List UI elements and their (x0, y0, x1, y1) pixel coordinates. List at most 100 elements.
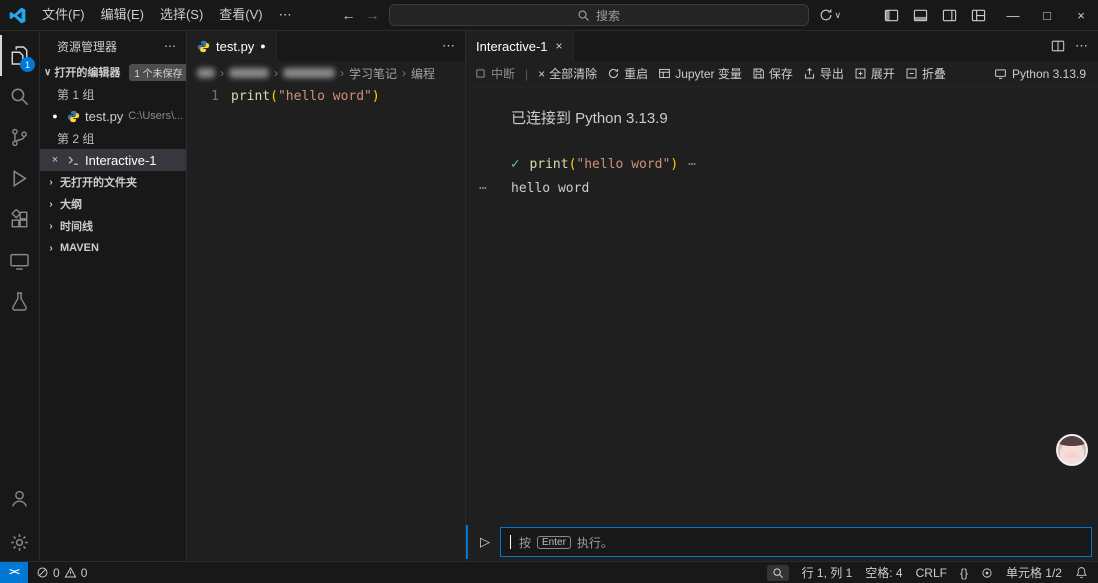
toggle-panel-icon[interactable] (913, 8, 928, 23)
jupyter-variables-button[interactable]: Jupyter 变量 (658, 65, 742, 82)
collapse-all-button[interactable]: 折叠 (905, 65, 946, 82)
menu-edit[interactable]: 编辑(E) (93, 4, 152, 26)
file-path: C:\Users\... (128, 110, 184, 122)
warnings-count: 0 (80, 565, 88, 580)
breadcrumb-redacted-segment[interactable] (229, 68, 269, 78)
customize-layout-icon[interactable] (971, 8, 986, 23)
code-editor[interactable]: 1 print("hello word") (187, 85, 465, 561)
section-maven[interactable]: › MAVEN (40, 237, 186, 259)
menu-selection[interactable]: 选择(S) (152, 4, 211, 26)
section-timeline[interactable]: › 时间线 (40, 215, 186, 237)
tab-interactive-1[interactable]: Interactive-1 × (466, 31, 574, 61)
tab-test-py[interactable]: test.py ● (187, 31, 277, 61)
chevron-right-icon: › (220, 66, 224, 80)
tab-bar: Interactive-1 × ⋯ (466, 31, 1098, 61)
menu-file[interactable]: 文件(F) (34, 4, 93, 26)
expand-all-button[interactable]: 展开 (854, 65, 895, 82)
split-editor-icon[interactable] (1051, 39, 1065, 53)
source-control-icon[interactable] (0, 117, 39, 158)
explorer-sidebar: 资源管理器 ⋯ ∨ 打开的编辑器 1 个未保存 第 1 组 ● test.py … (40, 31, 187, 561)
close-button[interactable]: × (1064, 0, 1098, 30)
text-cursor (510, 535, 511, 549)
input-hint-suffix: 执行。 (576, 535, 613, 550)
cell-output: ⋯ hello word (479, 181, 1098, 196)
executed-cell[interactable]: ✓ print("hello word") ⋯ (511, 156, 1098, 172)
kernel-picker[interactable]: Python 3.13.9 (994, 67, 1090, 81)
collapse-all-icon (905, 67, 918, 80)
sidebar-title: 资源管理器 (57, 39, 118, 54)
open-editor-interactive-1[interactable]: × Interactive-1 (40, 149, 186, 171)
restart-button[interactable]: 重启 (607, 65, 648, 82)
breadcrumb-redacted-segment[interactable] (283, 68, 335, 78)
toggle-primary-sidebar-icon[interactable] (884, 8, 899, 23)
export-icon (803, 67, 816, 80)
problems-status[interactable]: 0 0 (28, 566, 95, 580)
save-button[interactable]: 保存 (752, 65, 793, 82)
kernel-icon (994, 67, 1007, 80)
export-button[interactable]: 导出 (803, 65, 844, 82)
menu-more[interactable]: ⋯ (271, 4, 300, 26)
maximize-button[interactable]: □ (1030, 0, 1064, 30)
interrupt-button[interactable]: 中断 (474, 65, 515, 82)
section-label: 大纲 (60, 199, 82, 211)
testing-flask-icon[interactable] (0, 281, 39, 322)
cell-more-actions[interactable]: ⋯ (688, 157, 697, 172)
editor-more-actions[interactable]: ⋯ (442, 38, 455, 54)
indentation-status[interactable]: 空格: 4 (865, 564, 902, 581)
remote-explorer-icon[interactable] (0, 240, 39, 281)
interactive-window-icon (67, 154, 80, 167)
run-debug-icon[interactable] (0, 158, 39, 199)
close-tab-icon[interactable]: × (556, 39, 563, 53)
extensions-icon[interactable] (0, 199, 39, 240)
kernel-connected-message: 已连接到 Python 3.13.9 (511, 110, 668, 127)
breadcrumb-item[interactable]: 学习笔记 (349, 65, 397, 82)
interactive-code-input[interactable]: 按 Enter 执行。 (500, 527, 1092, 557)
sync-dropdown-icon[interactable]: ∨ (813, 8, 848, 22)
menu-view[interactable]: 查看(V) (211, 4, 270, 26)
editor-group-2-label: 第 2 组 (57, 131, 95, 146)
minimize-button[interactable]: — (996, 0, 1030, 30)
close-icon[interactable]: × (48, 154, 62, 166)
modified-dot-icon[interactable]: ● (260, 41, 265, 51)
language-mode-status[interactable]: {} (960, 566, 968, 580)
section-no-folder[interactable]: › 无打开的文件夹 (40, 171, 186, 193)
clear-all-button[interactable]: × 全部清除 (538, 65, 597, 82)
errors-count: 0 (53, 565, 60, 580)
breadcrumb-item[interactable]: 编程 (411, 65, 435, 82)
sidebar-more-actions[interactable]: ⋯ (164, 39, 176, 53)
search-view-icon[interactable] (0, 76, 39, 117)
run-input-icon[interactable]: ▷ (480, 534, 490, 550)
command-center-search[interactable]: 搜索 (388, 4, 809, 26)
toggle-secondary-sidebar-icon[interactable] (942, 8, 957, 23)
settings-gear-icon[interactable] (0, 523, 39, 561)
section-outline[interactable]: › 大纲 (40, 193, 186, 215)
back-icon[interactable]: ← (337, 7, 361, 23)
file-name: test.py (85, 108, 124, 124)
activity-bar: 1 (0, 31, 40, 561)
chevron-right-icon: › (340, 66, 344, 80)
open-editor-test-py[interactable]: ● test.py C:\Users\... (40, 105, 186, 127)
status-search-icon[interactable] (766, 564, 789, 581)
editor-more-actions[interactable]: ⋯ (1075, 38, 1088, 54)
interactive-window-content: 已连接到 Python 3.13.9 ✓ print("hello word")… (466, 87, 1098, 561)
python-file-icon (197, 40, 210, 53)
status-circle-icon[interactable] (981, 567, 993, 579)
chevron-right-icon: › (49, 198, 53, 210)
user-avatar[interactable] (1056, 434, 1088, 466)
breadcrumb-redacted-segment[interactable] (197, 68, 215, 78)
eol-status[interactable]: CRLF (916, 566, 947, 580)
remote-indicator[interactable]: >< (0, 562, 28, 583)
cell-indicator-status[interactable]: 单元格 1/2 (1006, 564, 1062, 581)
editor-group-2: Interactive-1 × ⋯ 中断 | × 全部清除 重启 Jupyter… (465, 31, 1098, 561)
accounts-icon[interactable] (0, 478, 39, 519)
output-more-actions[interactable]: ⋯ (479, 181, 488, 196)
notifications-bell-icon[interactable] (1075, 566, 1088, 579)
forward-icon[interactable]: → (361, 7, 385, 23)
cursor-position-status[interactable]: 行 1, 列 1 (802, 564, 853, 581)
section-label: 时间线 (60, 221, 93, 233)
unsaved-badge: 1 个未保存 (129, 63, 186, 81)
explorer-icon[interactable]: 1 (0, 35, 39, 76)
status-bar: >< 0 0 行 1, 列 1 空格: 4 CRLF {} 单元格 1/2 (0, 561, 1098, 583)
output-text: hello word (511, 181, 590, 196)
open-editors-header[interactable]: ∨ 打开的编辑器 1 个未保存 (40, 61, 186, 83)
